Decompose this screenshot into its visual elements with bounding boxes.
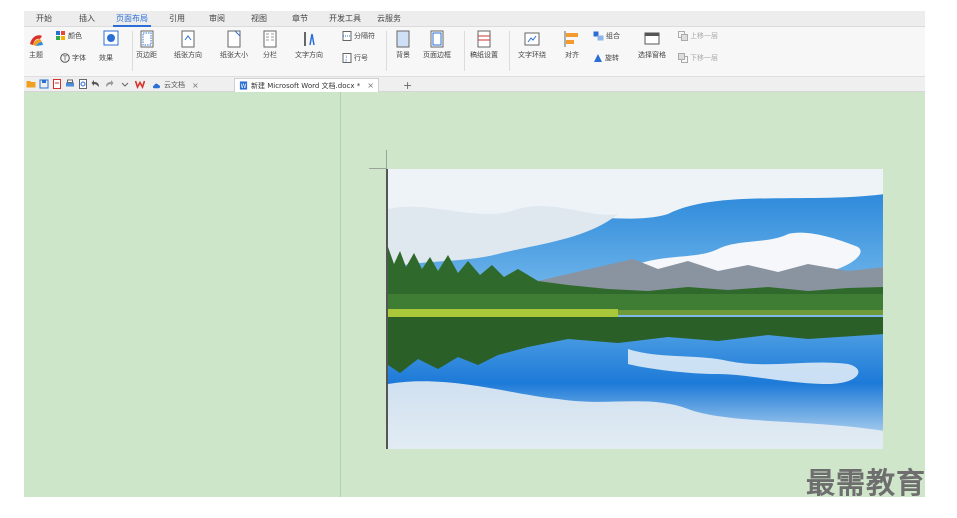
tab-view[interactable]: 视图 — [251, 13, 267, 24]
tab-home[interactable]: 开始 — [36, 13, 52, 24]
selection-pane-button[interactable]: 选择窗格 — [638, 30, 666, 60]
orientation-icon — [181, 30, 195, 48]
ribbon-divider — [386, 31, 387, 71]
export-pdf-icon[interactable] — [52, 79, 62, 89]
manuscript-icon — [477, 30, 491, 48]
tab-cloud-service[interactable]: 云服务 — [377, 13, 401, 24]
wps-logo-icon[interactable] — [135, 79, 145, 89]
tab-page-layout[interactable]: 页面布局 — [113, 13, 151, 27]
undo-icon[interactable] — [91, 79, 101, 89]
landscape-picture — [388, 169, 883, 449]
paper-size-icon — [227, 30, 241, 48]
bring-forward-button[interactable]: 上移一层 — [678, 31, 718, 41]
print-preview-icon[interactable] — [78, 79, 88, 89]
document-workspace — [24, 92, 925, 497]
align-button[interactable]: 对齐 — [564, 30, 580, 60]
separator-button[interactable]: 分隔符 — [342, 31, 375, 41]
ribbon-divider — [509, 31, 510, 71]
open-folder-icon[interactable] — [26, 79, 36, 89]
tab-insert[interactable]: 插入 — [79, 13, 95, 24]
svg-text:T: T — [62, 55, 68, 63]
theme-button[interactable]: 主题 — [28, 30, 44, 60]
page-color-icon — [103, 30, 119, 46]
separator-icon — [342, 31, 352, 41]
group-icon — [593, 31, 604, 41]
font-icon: T — [60, 53, 70, 63]
orientation-button[interactable]: 纸张方向 — [174, 30, 202, 60]
manuscript-settings-button[interactable]: 稿纸设置 — [470, 30, 498, 60]
theme-icon — [30, 35, 43, 46]
effects-button[interactable]: 效果 — [99, 53, 113, 63]
align-icon — [564, 31, 578, 47]
rotate-button[interactable]: 旋转 — [593, 53, 619, 63]
new-tab-button[interactable]: + — [399, 78, 416, 92]
selection-pane-icon — [644, 32, 660, 45]
rotate-icon — [594, 54, 602, 62]
close-tab-icon[interactable]: × — [367, 81, 374, 90]
ribbon-divider — [464, 31, 465, 71]
background-icon — [396, 30, 410, 48]
tab-chapter[interactable]: 章节 — [292, 13, 308, 24]
line-numbers-button[interactable]: 12 行号 — [342, 53, 368, 63]
paper-size-button[interactable]: 纸张大小 — [220, 30, 248, 60]
margins-button[interactable]: 页边距 — [136, 30, 157, 60]
palette-icon — [56, 31, 65, 40]
save-icon[interactable] — [39, 79, 49, 89]
inserted-landscape-image[interactable] — [386, 169, 883, 449]
svg-text:W: W — [241, 84, 247, 90]
word-doc-icon: W — [239, 81, 248, 90]
ribbon-divider — [132, 31, 133, 71]
send-backward-icon — [678, 53, 688, 63]
pane-splitter[interactable] — [340, 92, 341, 497]
ribbon-page-layout: 主题 颜色 T 字体 效果 页边距 纸张方向 纸张大小 分栏 文字方向 分隔符 … — [24, 27, 925, 77]
text-wrap-icon — [524, 32, 540, 46]
cloud-icon — [152, 83, 161, 88]
document-tab-bar: 云文档 × W 新建 Microsoft Word 文档.docx * × + — [24, 77, 925, 92]
watermark-logo-text: 最需教育 — [806, 466, 927, 500]
group-button[interactable]: 组合 — [593, 31, 620, 41]
bring-forward-icon — [678, 31, 688, 41]
page-color-button[interactable] — [103, 30, 119, 50]
redo-icon[interactable] — [104, 79, 114, 89]
columns-button[interactable]: 分栏 — [262, 30, 278, 60]
columns-icon — [263, 30, 277, 48]
tab-references[interactable]: 引用 — [169, 13, 185, 24]
text-direction-icon — [304, 32, 315, 46]
line-numbers-icon: 12 — [342, 53, 352, 63]
text-wrap-button[interactable]: 文字环绕 — [518, 30, 546, 60]
close-tab-icon[interactable]: × — [192, 81, 199, 90]
margins-icon — [140, 30, 153, 48]
menu-tab-row: 开始 插入 页面布局 引用 审阅 视图 章节 开发工具 云服务 — [24, 11, 925, 27]
tab-active-document[interactable]: W 新建 Microsoft Word 文档.docx * × — [234, 78, 379, 92]
send-backward-button[interactable]: 下移一层 — [678, 53, 718, 63]
page-border-button[interactable]: 页面边框 — [423, 30, 451, 60]
page-corner-mark — [369, 168, 387, 169]
wps-writer-window: 开始 插入 页面布局 引用 审阅 视图 章节 开发工具 云服务 主题 颜色 T … — [24, 11, 925, 497]
fonts-button[interactable]: T 字体 — [60, 53, 86, 63]
tab-developer[interactable]: 开发工具 — [329, 13, 361, 24]
print-icon[interactable] — [65, 79, 75, 89]
svg-text:2: 2 — [345, 59, 347, 63]
colors-button[interactable]: 颜色 — [56, 31, 82, 41]
page-corner-mark — [386, 150, 387, 168]
chevron-down-icon[interactable] — [120, 79, 130, 89]
tab-cloud-docs[interactable]: 云文档 × — [148, 78, 203, 92]
text-direction-button[interactable]: 文字方向 — [295, 30, 323, 60]
tab-review[interactable]: 审阅 — [209, 13, 225, 24]
background-button[interactable]: 背景 — [395, 30, 411, 60]
page-border-icon — [430, 30, 444, 48]
navigation-pane — [24, 92, 340, 497]
